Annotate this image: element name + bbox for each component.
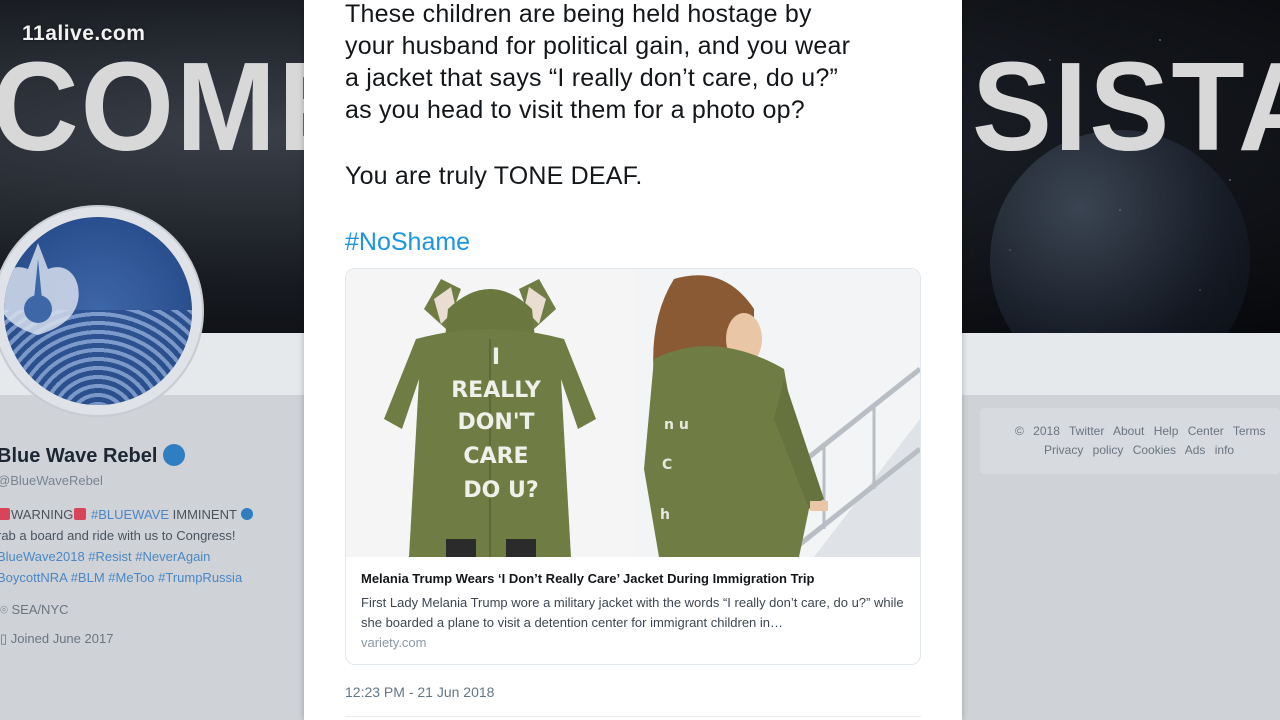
- card-image: I REALLY DON'T CARE DO U? n u C h: [346, 269, 920, 557]
- footer-copyright: © 2018 Twitter: [1015, 424, 1105, 438]
- bio-hashtag-bluewave[interactable]: #BLUEWAVE: [91, 507, 169, 522]
- jacket-text-care: CARE: [463, 444, 528, 469]
- site-footer: © 2018 Twitter About Help Center Terms P…: [980, 408, 1280, 474]
- profile-handle[interactable]: @BlueWaveRebel: [0, 473, 103, 488]
- card-domain[interactable]: variety.com: [361, 635, 427, 650]
- tweet-hashtag[interactable]: #NoShame: [345, 228, 470, 257]
- jacket-text-i: I: [492, 345, 500, 370]
- jacket-back-photo: I REALLY DON'T CARE DO U?: [346, 269, 634, 557]
- station-watermark: 11alive.com: [22, 22, 146, 45]
- jacket-text-really: REALLY: [451, 378, 542, 403]
- footer-link-help[interactable]: Help Center: [1154, 424, 1224, 438]
- jacket-text-dou: DO U?: [463, 478, 538, 503]
- profile-name-text: Blue Wave Rebel: [0, 445, 158, 467]
- profile-location: ⌾ SEA/NYC: [0, 602, 69, 618]
- svg-text:C: C: [662, 457, 672, 473]
- wave-emoji-icon: [163, 444, 186, 466]
- siren-icon: [0, 508, 10, 520]
- location-text: SEA/NYC: [11, 602, 69, 617]
- footer-row-2: Privacy policy Cookies Ads info: [1044, 443, 1234, 457]
- tweet-gap: [345, 126, 935, 160]
- banner-word-right: SISTA: [972, 36, 1280, 178]
- boarding-illustration: n u C h: [634, 269, 920, 557]
- wave-emoji-icon: [241, 508, 254, 520]
- profile-joined: ▯ Joined June 2017: [0, 631, 113, 647]
- tweet-text: These children are being held hostage by…: [345, 0, 935, 192]
- bio-line-2: rab a board and ride with us to Congress…: [0, 528, 236, 543]
- bio-line-1: WARNING #BLUEWAVE IMMINENT: [0, 504, 297, 525]
- footer-link-terms[interactable]: Terms: [1233, 424, 1266, 438]
- bio-imminent: IMMINENT: [172, 507, 237, 522]
- bio-warning: WARNING: [11, 507, 74, 522]
- tweet-line-2: your husband for political gain, and you…: [345, 32, 851, 60]
- footer-row-1: © 2018 Twitter About Help Center Terms: [1015, 424, 1266, 438]
- footer-link-cookies[interactable]: Cookies: [1133, 443, 1176, 457]
- tweet-line-1: These children are being held hostage by: [345, 0, 812, 28]
- rebel-alliance-icon: [4, 243, 79, 335]
- boarding-plane-photo: n u C h: [634, 269, 920, 557]
- tweet-line-4: as you head to visit them for a photo op…: [345, 96, 805, 124]
- card-description: First Lady Melania Trump wore a military…: [361, 595, 904, 630]
- tweet-divider: [345, 716, 921, 717]
- tweet-card: These children are being held hostage by…: [304, 0, 962, 720]
- tweet-line-3: a jacket that says “I really don’t care,…: [345, 64, 838, 92]
- jacket-back-illustration: I REALLY DON'T CARE DO U?: [346, 269, 634, 557]
- svg-text:n u: n u: [664, 417, 689, 433]
- bio-hashtags-2[interactable]: BoycottNRA #BLM #MeToo #TrumpRussia: [0, 567, 297, 588]
- location-pin-icon: ⌾: [0, 602, 8, 617]
- card-title[interactable]: Melania Trump Wears ‘I Don’t Really Care…: [361, 571, 814, 586]
- bio-hashtags-1[interactable]: BlueWave2018 #Resist #NeverAgain: [0, 546, 297, 567]
- svg-text:h: h: [660, 507, 670, 523]
- profile-name[interactable]: Blue Wave Rebel: [0, 444, 186, 468]
- calendar-icon: ▯: [0, 631, 8, 646]
- siren-icon: [74, 508, 87, 520]
- tweet-timestamp[interactable]: 12:23 PM - 21 Jun 2018: [345, 684, 494, 700]
- jacket-text-dont: DON'T: [457, 410, 534, 435]
- avatar-image: [4, 217, 192, 405]
- footer-link-ads[interactable]: Ads info: [1185, 443, 1234, 457]
- tweet-line-5: You are truly TONE DEAF.: [345, 162, 643, 190]
- profile-bio: WARNING #BLUEWAVE IMMINENT rab a board a…: [0, 504, 297, 588]
- link-preview-card[interactable]: I REALLY DON'T CARE DO U? n u C h Melani…: [345, 268, 921, 665]
- avatar[interactable]: [0, 207, 202, 415]
- footer-link-privacy[interactable]: Privacy policy: [1044, 443, 1123, 457]
- joined-text: Joined June 2017: [10, 631, 114, 646]
- footer-link-about[interactable]: About: [1113, 424, 1144, 438]
